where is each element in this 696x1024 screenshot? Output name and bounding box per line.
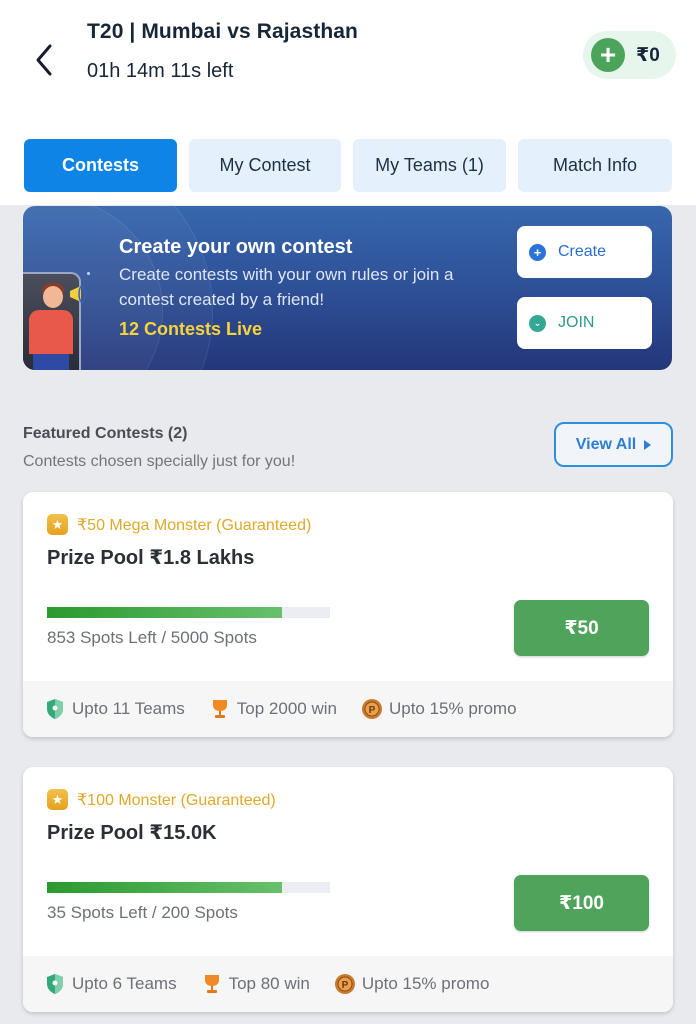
contest-tag: ★ ₹50 Mega Monster (Guaranteed) xyxy=(47,514,311,535)
feature-promo: P Upto 15% promo xyxy=(334,973,489,995)
trophy-icon xyxy=(201,973,223,995)
prize-pool: Prize Pool ₹15.0K xyxy=(47,822,217,844)
entry-fee-button[interactable]: ₹100 xyxy=(514,875,649,931)
feature-winners: Top 80 win xyxy=(201,973,310,995)
caret-right-icon xyxy=(644,439,652,450)
svg-text:P: P xyxy=(342,980,349,991)
spots-progress-fill xyxy=(47,882,282,893)
star-badge-icon: ★ xyxy=(47,789,68,810)
contest-tag-label: ₹100 Monster (Guaranteed) xyxy=(77,791,276,809)
feature-winners: Top 2000 win xyxy=(209,698,337,720)
create-label: Create xyxy=(558,243,607,260)
spots-left: 853 Spots Left / 5000 Spots xyxy=(47,628,257,647)
join-label: JOIN xyxy=(558,314,595,331)
promo-coin-icon: P xyxy=(334,973,356,995)
contest-card[interactable]: ★ ₹100 Monster (Guaranteed) Prize Pool ₹… xyxy=(23,767,673,1012)
banner-description: Create contests with your own rules or j… xyxy=(119,265,454,309)
spots-progress-bar xyxy=(47,882,330,893)
promo-coin-icon: P xyxy=(361,698,383,720)
svg-text:P: P xyxy=(369,705,376,716)
spots-progress-fill xyxy=(47,607,282,618)
prize-pool: Prize Pool ₹1.8 Lakhs xyxy=(47,547,255,569)
feature-max-teams: Upto 6 Teams xyxy=(44,973,177,995)
view-all-button[interactable]: View All xyxy=(554,422,673,467)
feature-promo: P Upto 15% promo xyxy=(361,698,517,720)
create-contest-button[interactable]: + Create xyxy=(517,226,652,278)
match-header: T20 | Mumbai vs Rajasthan 01h 14m 11s le… xyxy=(0,0,696,205)
megaphone-icon xyxy=(70,285,86,303)
featured-contests-title: Featured Contests (2) xyxy=(23,425,188,442)
feature-max-teams: Upto 11 Teams xyxy=(44,698,185,720)
plus-icon: + xyxy=(591,38,625,72)
featured-contests-subtitle: Contests chosen specially just for you! xyxy=(23,453,296,470)
contest-features: Upto 6 Teams Top 80 win P Upto 15% promo xyxy=(23,956,673,1012)
view-all-label: View All xyxy=(575,435,637,453)
tab-match-info[interactable]: Match Info xyxy=(518,139,672,192)
match-title: T20 | Mumbai vs Rajasthan xyxy=(87,20,358,43)
shield-icon xyxy=(44,698,66,720)
trophy-icon xyxy=(209,698,231,720)
tab-bar: Contests My Contest My Teams (1) Match I… xyxy=(24,139,672,192)
contest-tag: ★ ₹100 Monster (Guaranteed) xyxy=(47,789,276,810)
join-contest-button[interactable]: ⌄ JOIN xyxy=(517,297,652,349)
spots-left: 35 Spots Left / 200 Spots xyxy=(47,903,238,922)
chevron-down-circle-icon: ⌄ xyxy=(529,314,546,332)
star-badge-icon: ★ xyxy=(47,514,68,535)
chevron-left-icon xyxy=(36,44,52,76)
contest-features: Upto 11 Teams Top 2000 win P Upto 15% pr… xyxy=(23,681,673,737)
plus-circle-icon: + xyxy=(529,243,546,261)
wallet-balance: ₹0 xyxy=(636,44,660,66)
shield-icon xyxy=(44,973,66,995)
live-contests-count: 12 Contests Live xyxy=(119,319,263,339)
match-timer: 01h 14m 11s left xyxy=(87,60,234,82)
tab-my-teams[interactable]: My Teams (1) xyxy=(353,139,506,192)
spots-progress-bar xyxy=(47,607,330,618)
create-contest-banner: Create your own contest Create contests … xyxy=(23,206,672,370)
banner-title: Create your own contest xyxy=(119,236,353,258)
entry-fee-button[interactable]: ₹50 xyxy=(514,600,649,656)
back-button[interactable] xyxy=(26,40,62,80)
contest-card[interactable]: ★ ₹50 Mega Monster (Guaranteed) Prize Po… xyxy=(23,492,673,737)
tab-contests[interactable]: Contests xyxy=(24,139,177,192)
wallet-button[interactable]: + ₹0 xyxy=(583,31,676,79)
contest-tag-label: ₹50 Mega Monster (Guaranteed) xyxy=(77,516,312,534)
tab-my-contest[interactable]: My Contest xyxy=(189,139,341,192)
